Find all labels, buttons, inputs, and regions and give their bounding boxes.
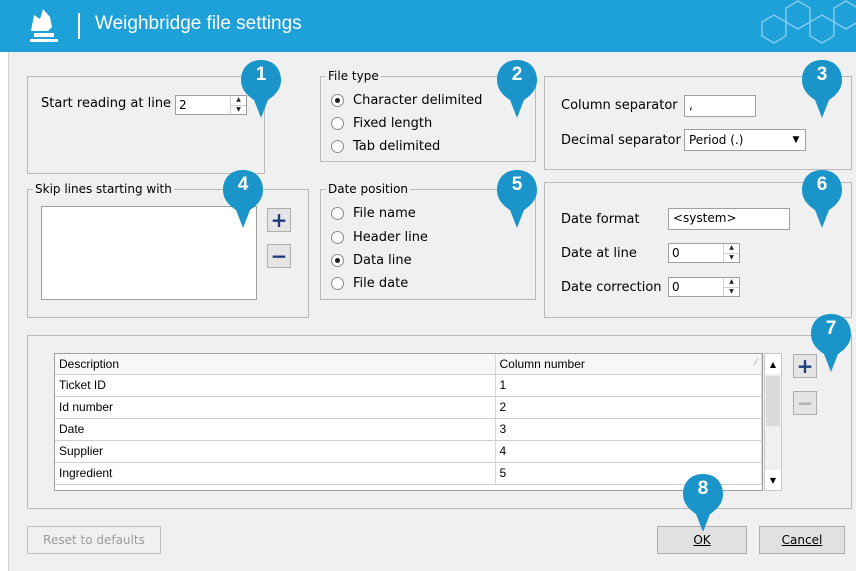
radio-tab-delimited[interactable]: Tab delimited (331, 139, 440, 154)
callout-number: 4 (237, 174, 249, 195)
radio-selected-icon (331, 254, 344, 267)
start-reading-group (27, 76, 265, 174)
dialog-content: Start reading at line 2 ▲ ▼ File type Cha… (8, 52, 856, 571)
radio-unselected-icon (331, 207, 344, 220)
remove-skip-line-button[interactable]: − (267, 244, 291, 268)
cancel-button[interactable]: Cancel (759, 526, 845, 554)
radio-unselected-icon (331, 231, 344, 244)
radio-file-date[interactable]: File date (331, 276, 408, 291)
cell-description[interactable]: Ticket ID (55, 374, 496, 397)
callout-number: 3 (816, 64, 828, 85)
scroll-thumb[interactable] (766, 376, 780, 426)
callout-number: 2 (511, 64, 523, 85)
date-correction-label: Date correction (561, 280, 662, 295)
sort-icon: ∕ (755, 356, 757, 367)
spin-down-icon[interactable]: ▼ (724, 252, 739, 263)
start-reading-value[interactable]: 2 (176, 96, 230, 114)
title-separator (78, 13, 80, 39)
cell-description[interactable]: Supplier (55, 440, 496, 463)
date-at-line-label: Date at line (561, 246, 637, 261)
column-header-number-label: Column number (499, 356, 585, 371)
table-row[interactable]: Supplier 4 (55, 440, 762, 463)
cell-column-number[interactable]: 1 (495, 374, 762, 397)
radio-unselected-icon (331, 140, 344, 153)
column-header-number[interactable]: Column number ∕ (495, 354, 762, 375)
decimal-separator-value: Period (.) (689, 133, 744, 147)
radio-label: Data line (353, 253, 412, 268)
callout-number: 1 (255, 64, 267, 85)
callout-number: 6 (816, 174, 828, 195)
cell-column-number[interactable]: 2 (495, 396, 762, 419)
callout-pin-6: 6 (799, 168, 845, 230)
decimal-separator-select[interactable]: Period (.) ▼ (684, 129, 806, 151)
remove-column-button[interactable]: − (793, 391, 817, 415)
date-correction-value[interactable]: 0 (669, 278, 723, 296)
table-row[interactable]: Date 3 (55, 418, 762, 441)
column-separator-input[interactable]: , (684, 95, 756, 117)
date-format-input[interactable]: <system> (668, 208, 790, 230)
scroll-up-icon[interactable]: ▲ (765, 354, 781, 374)
callout-number: 7 (825, 318, 837, 339)
radio-label: Character delimited (353, 93, 483, 108)
hexagon-decoration-icon (761, 0, 856, 44)
date-at-line-spinner[interactable]: 0 ▲ ▼ (668, 243, 740, 263)
radio-unselected-icon (331, 277, 344, 290)
file-type-legend: File type (326, 69, 381, 83)
decimal-separator-label: Decimal separator (561, 133, 681, 148)
radio-fixed-length[interactable]: Fixed length (331, 116, 432, 131)
scroll-down-icon[interactable]: ▼ (765, 470, 781, 490)
spin-up-icon[interactable]: ▲ (724, 244, 739, 253)
callout-pin-8: 8 (680, 472, 726, 534)
cancel-label: Cancel (781, 533, 823, 547)
cell-description[interactable]: Id number (55, 396, 496, 419)
date-correction-spinner[interactable]: 0 ▲ ▼ (668, 277, 740, 297)
callout-pin-5: 5 (494, 168, 540, 230)
date-at-line-value[interactable]: 0 (669, 244, 723, 262)
radio-header-line[interactable]: Header line (331, 230, 428, 245)
callout-pin-3: 3 (799, 58, 845, 120)
radio-label: Tab delimited (353, 139, 441, 154)
radio-file-name[interactable]: File name (331, 206, 416, 221)
spin-up-icon[interactable]: ▲ (724, 278, 739, 287)
callout-number: 5 (511, 174, 523, 195)
start-reading-spinner[interactable]: 2 ▲ ▼ (175, 95, 247, 115)
radio-unselected-icon (331, 117, 344, 130)
reset-defaults-button[interactable]: Reset to defaults (27, 526, 161, 554)
add-skip-line-button[interactable]: + (267, 208, 291, 232)
radio-character-delimited[interactable]: Character delimited (331, 93, 482, 108)
table-row[interactable]: Ingredient 5 (55, 462, 762, 485)
cell-column-number[interactable]: 4 (495, 440, 762, 463)
ok-label: OK (693, 533, 711, 547)
spin-down-icon[interactable]: ▼ (724, 286, 739, 297)
window-title: Weighbridge file settings (95, 13, 302, 34)
title-bar: Weighbridge file settings (0, 0, 856, 52)
table-row[interactable]: Id number 2 (55, 396, 762, 419)
cell-column-number[interactable]: 3 (495, 418, 762, 441)
callout-pin-4: 4 (220, 168, 266, 230)
column-separator-label: Column separator (561, 98, 678, 113)
radio-label: File date (353, 276, 409, 291)
callout-pin-1: 1 (238, 58, 284, 120)
radio-label: File name (353, 206, 416, 221)
columns-table[interactable]: Description Column number ∕ Ticket ID 1 Id… (54, 353, 763, 491)
column-header-description[interactable]: Description (55, 354, 496, 375)
chevron-down-icon[interactable]: ▼ (787, 135, 805, 145)
table-scrollbar[interactable]: ▲ ▼ (764, 353, 782, 491)
radio-label: Fixed length (353, 116, 433, 131)
cell-description[interactable]: Ingredient (55, 462, 496, 485)
callout-number: 8 (697, 478, 709, 499)
start-reading-label: Start reading at line (41, 96, 172, 111)
callout-pin-7: 7 (808, 312, 854, 374)
cell-description[interactable]: Date (55, 418, 496, 441)
radio-label: Header line (353, 230, 428, 245)
callout-pin-2: 2 (494, 58, 540, 120)
app-logo-icon (30, 9, 58, 42)
radio-data-line[interactable]: Data line (331, 253, 412, 268)
skip-lines-legend: Skip lines starting with (33, 182, 174, 196)
date-format-label: Date format (561, 212, 640, 227)
date-position-legend: Date position (326, 182, 411, 196)
radio-selected-icon (331, 94, 344, 107)
table-row[interactable]: Ticket ID 1 (55, 374, 762, 397)
